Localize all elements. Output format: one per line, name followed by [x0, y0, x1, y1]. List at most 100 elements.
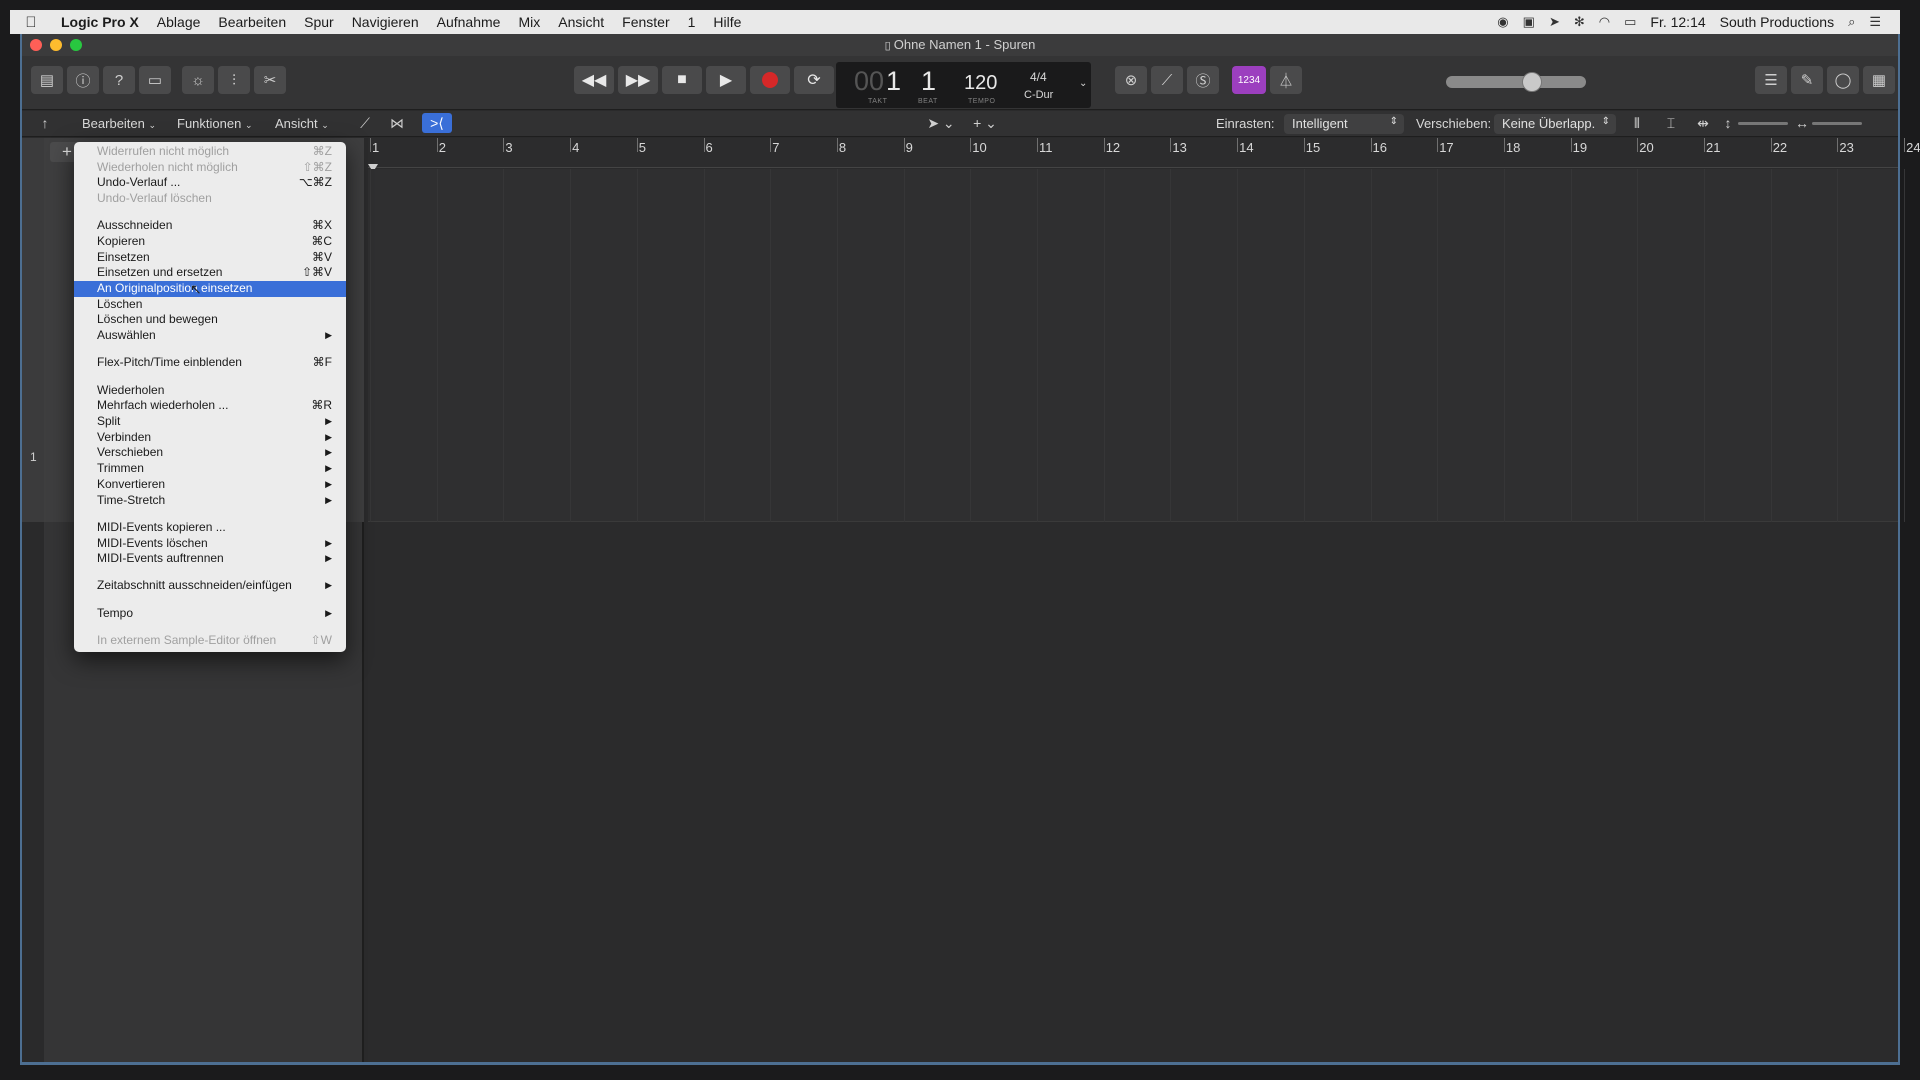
menu-item[interactable]: Verschieben ▶ — [74, 445, 346, 461]
vertical-zoom-icon[interactable]: ↕ — [1720, 113, 1736, 133]
horizontal-zoom-slider[interactable] — [1812, 122, 1862, 125]
lcd-mode-chevron-icon[interactable]: ⌄ — [1079, 78, 1087, 89]
menu-item[interactable]: Auswählen ▶ — [74, 328, 346, 344]
list-editors-icon[interactable]: ☰ — [1755, 66, 1787, 94]
menu-item[interactable]: An Originalposition einsetzen ↖ — [74, 281, 346, 297]
menu-bearbeiten[interactable]: Bearbeiten — [209, 14, 295, 30]
submenu-arrow-icon: ▶ — [325, 553, 332, 564]
grid-line — [636, 169, 638, 522]
fit-horizontal-icon[interactable]: ⇹ — [1692, 113, 1714, 133]
menu-ansicht[interactable]: Ansicht — [549, 14, 613, 30]
master-volume-knob[interactable] — [1522, 72, 1542, 92]
editors-scissors-icon[interactable]: ✂ — [254, 66, 286, 94]
toolbar-icon[interactable]: ▭ — [139, 66, 171, 94]
browsers-icon[interactable]: ▦ — [1863, 66, 1895, 94]
menu-item[interactable]: Time-Stretch ▶ — [74, 493, 346, 509]
secondary-tool-icon[interactable]: + ⌄ — [966, 113, 1004, 133]
flex-icon[interactable]: ⋈ — [384, 113, 410, 133]
menu-item[interactable]: Einsetzen und ersetzen ⇧⌘V — [74, 265, 346, 281]
menu-item[interactable]: Wiederholen — [74, 383, 346, 399]
menu-mix[interactable]: Mix — [509, 14, 549, 30]
vertical-zoom-slider[interactable] — [1738, 122, 1788, 125]
menu-item[interactable]: MIDI-Events auftrennen ▶ — [74, 551, 346, 567]
lcd-display[interactable]: 00 1 TAKT 1 BEAT 120 TEMPO 4/4 C-Dur ⌄ — [836, 62, 1091, 108]
menu-item[interactable]: Konvertieren ▶ — [74, 477, 346, 493]
smart-controls-icon[interactable]: ☼ — [182, 66, 214, 94]
mixer-icon[interactable]: ⫶ — [218, 66, 250, 94]
automation-icon[interactable]: ⟋ — [352, 113, 378, 133]
local-menu-bearbeiten[interactable]: Bearbeiten ⌄ — [82, 116, 156, 131]
replace-mode-icon[interactable]: ⊗ — [1115, 66, 1147, 94]
menu-item[interactable]: Mehrfach wiederholen ... ⌘R — [74, 398, 346, 414]
catch-playhead-icon[interactable]: >⟨ — [422, 113, 452, 133]
menu-ablage[interactable]: Ablage — [148, 14, 210, 30]
play-button[interactable]: ▶ — [706, 66, 746, 94]
fit-vertical-icon[interactable]: ⌶ — [1660, 113, 1682, 133]
menu-item[interactable]: Zeitabschnitt ausschneiden/einfügen ▶ — [74, 578, 346, 594]
ruler-bar-number: 13 — [1172, 140, 1187, 155]
location-icon[interactable]: ➤ — [1542, 14, 1567, 30]
tuner-icon[interactable]: ⟋ — [1151, 66, 1183, 94]
cycle-button[interactable]: ⟳ — [794, 66, 834, 94]
user-name[interactable]: South Productions — [1713, 14, 1841, 30]
menu-app-name[interactable]: Logic Pro X — [52, 14, 148, 30]
note-pad-icon[interactable]: ✎ — [1791, 66, 1823, 94]
bar-ruler[interactable]: 1 2 3 4 5 6 7 8 9 10 11 12 13 14 15 16 17 18 19 20 21 22 23 24 — [368, 138, 1920, 168]
record-status-icon[interactable]: ◉ — [1490, 14, 1515, 30]
fast-forward-button[interactable]: ▶▶ — [618, 66, 658, 94]
back-arrow-icon[interactable]: ↑ — [34, 113, 56, 133]
wifi-icon[interactable]: ◠ — [1592, 14, 1617, 30]
record-button[interactable] — [750, 66, 790, 94]
menu-item[interactable]: Löschen — [74, 297, 346, 313]
horizontal-zoom-icon[interactable]: ↔ — [1794, 113, 1810, 133]
bluetooth-icon[interactable]: ✻ — [1567, 14, 1592, 30]
menu-item[interactable]: MIDI-Events kopieren ... — [74, 520, 346, 536]
menu-item[interactable]: Löschen und bewegen — [74, 312, 346, 328]
menu-aufnahme[interactable]: Aufnahme — [428, 14, 510, 30]
menu-item[interactable]: Flex-Pitch/Time einblenden ⌘F — [74, 355, 346, 371]
quick-help-icon[interactable]: ? — [103, 66, 135, 94]
tracks-area-menu-bar: ↑ Bearbeiten ⌄ Funktionen ⌄ Ansicht ⌄ ⟋ … — [22, 111, 1898, 137]
menu-item[interactable]: MIDI-Events löschen ▶ — [74, 536, 346, 552]
menu-fenster[interactable]: Fenster — [613, 14, 678, 30]
library-icon[interactable]: ▤ — [31, 66, 63, 94]
notification-center-icon[interactable]: ☰ — [1862, 14, 1888, 30]
apple-icon[interactable]:  — [10, 14, 52, 31]
track-lane[interactable] — [368, 169, 1906, 522]
snap-select[interactable]: Intelligent ⇕ — [1284, 114, 1404, 134]
menu-item[interactable]: Undo-Verlauf ... ⌥⌘Z — [74, 175, 346, 191]
arrange-area[interactable] — [368, 169, 1906, 1062]
local-menu-funktionen[interactable]: Funktionen ⌄ — [177, 116, 253, 131]
menu-item-label: Time-Stretch — [97, 492, 166, 507]
menu-item[interactable]: Split ▶ — [74, 414, 346, 430]
menu-item-shortcut: ⌥⌘Z — [298, 175, 332, 190]
waveform-zoom-icon[interactable]: ⫴ — [1624, 113, 1650, 133]
inspector-icon[interactable]: ⓘ — [67, 66, 99, 94]
menu-item[interactable]: Verbinden ▶ — [74, 430, 346, 446]
menu-item[interactable]: Kopieren ⌘C — [74, 234, 346, 250]
pointer-tool-icon[interactable]: ➤ ⌄ — [922, 113, 960, 133]
solo-icon[interactable]: Ⓢ — [1187, 66, 1219, 94]
rewind-button[interactable]: ◀◀ — [574, 66, 614, 94]
menu-navigieren[interactable]: Navigieren — [343, 14, 428, 30]
screen-share-icon[interactable]: ▣ — [1516, 14, 1542, 30]
clock[interactable]: Fr. 12:14 — [1643, 14, 1712, 30]
drag-mode-select[interactable]: Keine Überlapp. ⇕ — [1494, 114, 1616, 134]
count-in-button[interactable]: 1234 — [1232, 66, 1266, 94]
menu-spur[interactable]: Spur — [295, 14, 343, 30]
metronome-icon[interactable]: ⏃ — [1270, 66, 1302, 94]
menu-item[interactable]: Trimmen ▶ — [74, 461, 346, 477]
loop-browser-icon[interactable]: ◯ — [1827, 66, 1859, 94]
local-menu-ansicht[interactable]: Ansicht ⌄ — [275, 116, 329, 131]
menu-item[interactable]: Tempo ▶ — [74, 606, 346, 622]
stop-button[interactable]: ■ — [662, 66, 702, 94]
ruler-bar-number: 22 — [1772, 140, 1788, 155]
spotlight-search-icon[interactable]: ⌕ — [1841, 14, 1862, 30]
menu-item[interactable]: Einsetzen ⌘V — [74, 250, 346, 266]
airplay-icon[interactable]: ▭ — [1617, 14, 1643, 30]
menu-1[interactable]: 1 — [679, 14, 705, 30]
menu-hilfe[interactable]: Hilfe — [704, 14, 750, 30]
ruler-bar-number: 12 — [1105, 140, 1121, 155]
menu-item[interactable]: Ausschneiden ⌘X — [74, 218, 346, 234]
master-volume-slider[interactable] — [1446, 76, 1586, 88]
